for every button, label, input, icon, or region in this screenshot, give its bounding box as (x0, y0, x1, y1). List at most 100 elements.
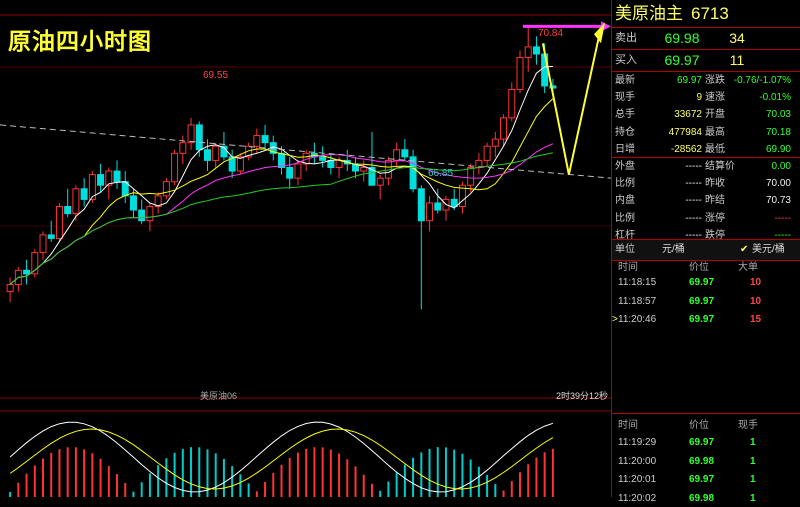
tick-time: 11:18:15 (618, 277, 657, 288)
candle-body (294, 163, 302, 179)
candle-body (80, 188, 88, 200)
stat-row: 外盘 ----- 结算价 0.00 (612, 158, 800, 175)
candle-body (55, 206, 63, 239)
tick-price: 69.98 (689, 455, 715, 467)
stat-label: 比例 (615, 212, 635, 224)
stat-value: -0.01% (759, 92, 791, 104)
stat-value: 477984 (668, 126, 702, 138)
instrument-label: 美原油06 (200, 391, 238, 401)
candle-body (417, 188, 425, 222)
candle-body (72, 188, 80, 215)
stat-label: 涨跌 (705, 75, 725, 86)
forecast-arrow (541, 36, 600, 175)
sell-price: 69.98 (664, 30, 700, 46)
stat-row: 日增 -28562 最低 69.90 (612, 141, 800, 158)
countdown-label: 2时39分12秒 (556, 391, 609, 401)
instrument-name: 美原油主 (615, 4, 683, 23)
candle-body (187, 124, 195, 144)
tick-row[interactable]: 11:18:15 69.97 10 (612, 274, 800, 291)
tick-price: 69.97 (689, 295, 715, 307)
tick-time: 11:20:01 (618, 474, 657, 485)
candle-body (360, 166, 368, 172)
tick-time: 11:19:29 (618, 437, 657, 448)
candle-body (500, 117, 508, 140)
trade-table-header: 时间 价位 现手 (612, 418, 800, 434)
stat-label: 总手 (615, 109, 635, 121)
candle-body (335, 159, 343, 168)
stat-value: 70.18 (765, 126, 791, 138)
buy-volume: 11 (729, 52, 745, 68)
candle-body (253, 135, 261, 147)
instrument-code: 6713 (691, 4, 729, 23)
candle-body (524, 46, 532, 59)
candle-body (162, 181, 170, 197)
kline-chart[interactable]: 原油四小时图 70.84 69.55 66.85 美原油06 2时39分12秒 (0, 0, 611, 497)
tick-volume: 1 (750, 492, 756, 504)
stat-label: 速涨 (705, 92, 725, 104)
unit-value[interactable]: 元/桶 (662, 240, 685, 260)
stat-value: ----- (685, 212, 702, 224)
tick-volume: 10 (750, 277, 762, 288)
chart-canvas[interactable] (0, 0, 611, 497)
candle-body (129, 195, 137, 211)
stat-label: 现手 (615, 92, 635, 104)
unit-option[interactable]: 美元/桶 (752, 240, 785, 260)
instrument-header: 美原油主 6713 (612, 0, 800, 28)
candle-body (203, 149, 211, 161)
stat-value: 9 (696, 92, 702, 104)
stat-value: -0.76/-1.07% (733, 75, 791, 86)
col-size: 现手 (738, 420, 758, 431)
stat-label: 最高 (705, 126, 725, 138)
high-price-label: 70.84 (538, 28, 564, 39)
stat-value: 69.97 (676, 75, 702, 86)
candle-body (516, 57, 524, 90)
stat-label: 比例 (615, 178, 635, 190)
tick-time: 11:20:00 (618, 455, 657, 467)
tick-price: 69.98 (689, 492, 715, 504)
tick-row[interactable]: 11:20:02 69.98 1 (612, 490, 800, 507)
stat-row: 持仓 477984 最高 70.18 (612, 124, 800, 141)
col-price: 价位 (689, 420, 709, 431)
stat-row: 比例 ----- 涨停 ----- (612, 210, 800, 227)
candle-body (434, 202, 442, 211)
tick-row[interactable]: >11:20:46 69.97 15 (612, 311, 800, 328)
candle-body (97, 174, 105, 186)
tick-volume: 10 (750, 295, 762, 307)
divider (612, 157, 800, 158)
sell-volume: 34 (729, 30, 745, 46)
stat-value: ----- (685, 178, 702, 190)
stat-value: ----- (685, 161, 702, 172)
tick-row[interactable]: 11:20:00 69.98 1 (612, 453, 800, 470)
stat-label: 涨停 (705, 212, 725, 224)
tick-volume: 1 (750, 474, 756, 485)
buy-row[interactable]: 买入 69.97 11 (612, 50, 800, 71)
unit-bar: 单位 元/桶 ✔ 美元/桶 (612, 239, 800, 261)
stat-label: 外盘 (615, 161, 635, 172)
candle-body (261, 135, 269, 144)
tick-row[interactable]: 11:20:01 69.97 1 (612, 471, 800, 488)
candle-body (236, 156, 244, 172)
candle-body (286, 166, 294, 179)
stat-value: 69.90 (765, 143, 791, 155)
tick-row[interactable]: 11:18:57 69.97 10 (612, 293, 800, 310)
candle-body (146, 206, 154, 222)
candle-body (171, 152, 179, 183)
candle-body (467, 166, 475, 186)
current-marker-icon: > (612, 314, 618, 325)
stat-value: 70.03 (765, 109, 791, 121)
chart-title: 原油四小时图 (8, 28, 152, 54)
quote-panel: 美原油主 6713 卖出 69.98 34 买入 69.97 11 最新 69.97… (611, 0, 800, 504)
sell-row[interactable]: 卖出 69.98 34 (612, 28, 800, 49)
stat-value: 70.73 (765, 195, 791, 207)
stat-value: ----- (685, 195, 702, 207)
stat-value: 33672 (674, 109, 702, 121)
candle-body (23, 269, 31, 275)
stat-label: 昨结 (705, 195, 725, 207)
sell-label: 卖出 (615, 32, 637, 44)
stat-label: 内盘 (615, 195, 635, 207)
tick-row[interactable]: 11:19:29 69.97 1 (612, 434, 800, 451)
candle-body (47, 234, 55, 239)
stat-label: 开盘 (705, 109, 725, 121)
tick-price: 69.97 (689, 474, 715, 485)
stat-value: ----- (774, 212, 791, 224)
